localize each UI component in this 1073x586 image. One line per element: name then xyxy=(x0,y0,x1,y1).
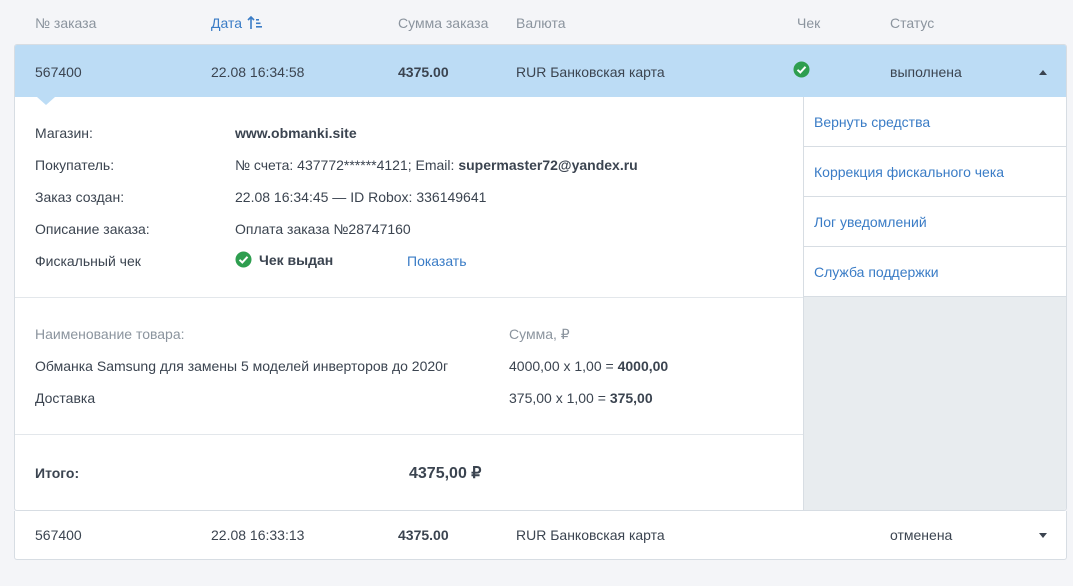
column-currency[interactable]: Валюта xyxy=(516,15,566,31)
goods-item-total: 375,00 xyxy=(609,390,653,406)
column-status[interactable]: Статус xyxy=(890,15,934,31)
goods-sum-header: Сумма, ₽ xyxy=(509,326,570,342)
column-check[interactable]: Чек xyxy=(797,15,820,31)
show-receipt-link[interactable]: Показать xyxy=(407,253,467,269)
expand-caret-icon[interactable] xyxy=(1038,532,1048,540)
divider xyxy=(15,434,803,435)
fiscal-label: Фискальный чек xyxy=(35,253,141,269)
order-currency: RUR Банковская карта xyxy=(516,64,665,80)
goods-item-calc: 375,00 x 1,00 = xyxy=(509,390,610,406)
order-sum: 4375.00 xyxy=(398,64,449,80)
total-label: Итого: xyxy=(35,465,80,481)
order-status: выполнена xyxy=(890,64,962,80)
action-refund[interactable]: Вернуть средства xyxy=(804,97,1066,147)
order-status: отменена xyxy=(890,527,953,543)
column-sum[interactable]: Сумма заказа xyxy=(398,15,488,31)
action-fiscal-correction[interactable]: Коррекция фискального чека xyxy=(804,147,1066,197)
created-value: 22.08 16:34:45 — ID Robox: 336149641 xyxy=(235,189,487,205)
table-header: № заказа Дата Сумма заказа Валюта Чек Ст… xyxy=(0,0,1073,44)
buyer-value: № счета: 437772******4121; Email: superm… xyxy=(235,157,638,173)
action-fiscal-correction-label: Коррекция фискального чека xyxy=(814,164,1005,180)
fiscal-check-icon xyxy=(235,251,252,268)
action-refund-label: Вернуть средства xyxy=(814,114,931,130)
created-label: Заказ создан: xyxy=(35,189,125,205)
buyer-label: Покупатель: xyxy=(35,157,115,173)
order-number: 567400 xyxy=(35,527,82,543)
column-date[interactable]: Дата xyxy=(211,15,263,31)
order-card-collapsed: 567400 22.08 16:33:13 4375.00 RUR Банков… xyxy=(14,511,1067,560)
description-value: Оплата заказа №28747160 xyxy=(235,221,411,237)
order-row[interactable]: 567400 22.08 16:33:13 4375.00 RUR Банков… xyxy=(15,511,1068,560)
column-date-label: Дата xyxy=(211,15,243,31)
action-notification-log-label: Лог уведомлений xyxy=(814,214,927,230)
fiscal-status: Чек выдан xyxy=(259,251,334,268)
action-support-label: Служба поддержки xyxy=(814,264,939,280)
collapse-caret-icon[interactable] xyxy=(1038,68,1048,76)
goods-item-calc: 4000,00 x 1,00 = xyxy=(509,358,618,374)
description-label: Описание заказа: xyxy=(35,221,150,237)
buyer-email: supermaster72@yandex.ru xyxy=(458,157,638,173)
order-card-expanded: 567400 22.08 16:34:58 4375.00 RUR Банков… xyxy=(14,44,1067,511)
buyer-account: № счета: 437772******4121; Email: xyxy=(235,157,459,173)
action-notification-log[interactable]: Лог уведомлений xyxy=(804,197,1066,247)
sort-ascending-icon xyxy=(247,15,263,29)
order-number: 567400 xyxy=(35,64,82,80)
order-sum: 4375.00 xyxy=(398,527,449,543)
column-order-number[interactable]: № заказа xyxy=(35,15,96,31)
order-currency: RUR Банковская карта xyxy=(516,527,665,543)
actions-panel: Вернуть средства Коррекция фискального ч… xyxy=(803,97,1066,510)
goods-item-total: 4000,00 xyxy=(617,358,669,374)
goods-item-name: Обманка Samsung для замены 5 моделей инв… xyxy=(35,358,449,374)
order-date: 22.08 16:33:13 xyxy=(211,527,305,543)
order-row-selected[interactable]: 567400 22.08 16:34:58 4375.00 RUR Банков… xyxy=(15,45,1066,97)
goods-item-name: Доставка xyxy=(35,390,96,406)
shop-label: Магазин: xyxy=(35,125,93,141)
order-details: Магазин: www.obmanki.site Покупатель: № … xyxy=(15,97,803,510)
goods-item-sum: 375,00 x 1,00 = 375,00 xyxy=(509,390,653,406)
total-value: 4375,00 ₽ xyxy=(409,465,482,482)
action-support[interactable]: Служба поддержки xyxy=(804,247,1066,297)
goods-name-header: Наименование товара: xyxy=(35,326,185,342)
divider xyxy=(15,297,803,298)
goods-item-sum: 4000,00 x 1,00 = 4000,00 xyxy=(509,358,668,374)
shop-value: www.obmanki.site xyxy=(235,125,357,141)
order-date: 22.08 16:34:58 xyxy=(211,64,305,80)
fiscal-value: Чек выдан xyxy=(235,251,333,268)
check-issued-icon xyxy=(793,61,810,78)
